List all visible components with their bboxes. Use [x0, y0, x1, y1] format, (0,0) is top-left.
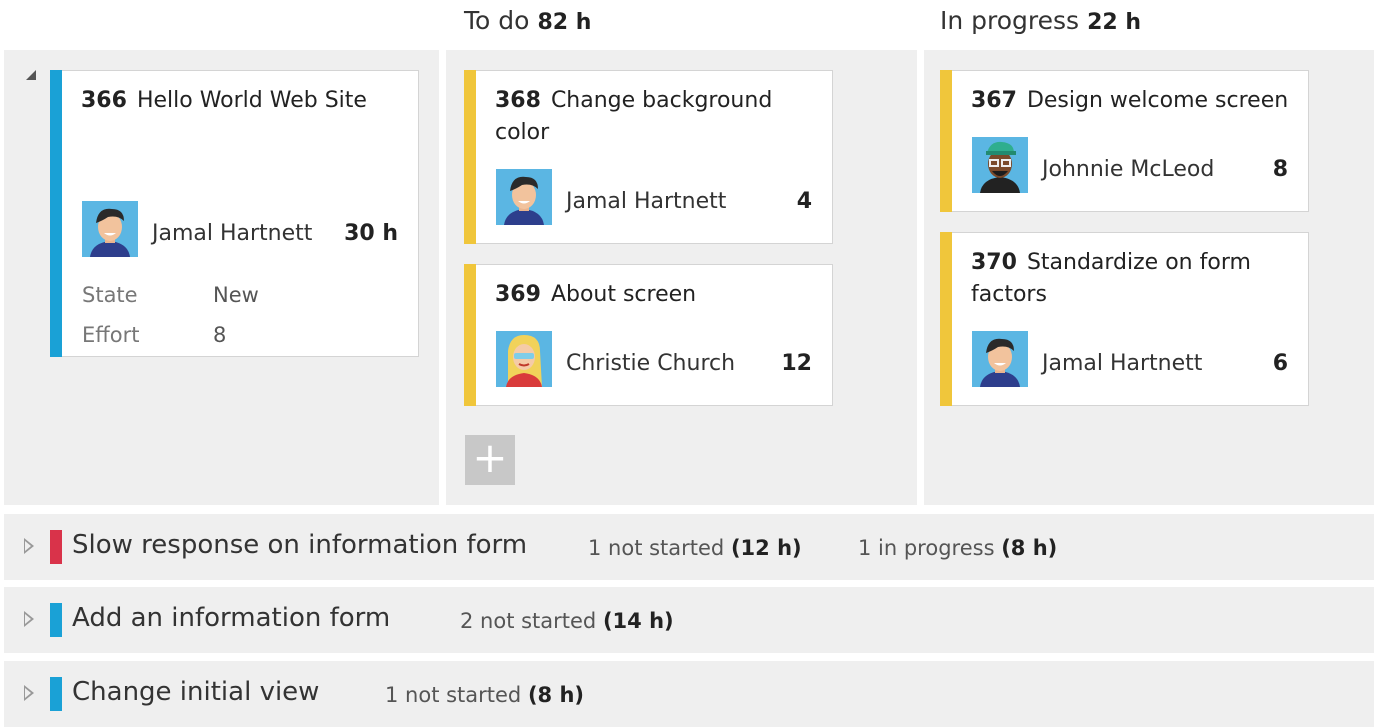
avatar-jamal-icon	[496, 169, 552, 225]
row-title[interactable]: Add an information form	[72, 603, 390, 633]
expand-triangle-icon[interactable]	[24, 538, 34, 554]
expand-triangle-icon[interactable]	[24, 685, 34, 701]
row-color-flag	[50, 603, 62, 637]
card-title-text: Hello World Web Site	[136, 88, 367, 113]
card-assignee[interactable]: Johnnie McLeod	[1042, 157, 1214, 182]
task-card[interactable]: 370 Standardize on form factors Jamal Har…	[940, 232, 1309, 406]
in-progress-hours: (8 h)	[1001, 536, 1058, 560]
card-color-stripe	[464, 264, 476, 406]
row-not-started-summary: 1 not started (12 h)	[588, 536, 802, 560]
effort-label: Effort	[82, 323, 140, 347]
card-id: 370	[971, 250, 1017, 275]
backlog-row[interactable]: Add an information form 2 not started (1…	[4, 587, 1374, 653]
row-color-flag	[50, 530, 62, 564]
card-id: 368	[495, 88, 541, 113]
card-title: 368 Change background color	[495, 85, 818, 149]
task-card[interactable]: 368 Change background color Jamal Hartnet…	[464, 70, 833, 244]
card-title-text: Design welcome screen	[1026, 88, 1289, 113]
not-started-count: 1 not started	[588, 536, 725, 560]
not-started-hours: (14 h)	[602, 609, 674, 633]
effort-value[interactable]: 8	[213, 323, 226, 347]
card-hours: 4	[796, 189, 812, 214]
in-progress-count: 1 in progress	[858, 536, 995, 560]
card-id: 369	[495, 282, 541, 307]
card-assignee[interactable]: Jamal Hartnett	[152, 221, 312, 246]
column-hours: 82 h	[537, 10, 592, 35]
row-title[interactable]: Slow response on information form	[72, 530, 527, 560]
row-not-started-summary: 2 not started (14 h)	[460, 609, 674, 633]
card-color-stripe	[464, 70, 476, 244]
state-label: State	[82, 283, 138, 307]
row-color-flag	[50, 677, 62, 711]
add-task-button[interactable]: +	[465, 435, 515, 485]
parent-card[interactable]: 366 Hello World Web Site Jamal Hartnett 3…	[50, 70, 419, 357]
column-header-inprogress: In progress 22 h	[940, 6, 1141, 35]
backlog-row[interactable]: Slow response on information form 1 not …	[4, 514, 1374, 580]
not-started-hours: (8 h)	[527, 683, 585, 707]
card-assignee[interactable]: Christie Church	[566, 351, 735, 376]
card-id: 367	[971, 88, 1017, 113]
card-title: 366 Hello World Web Site	[81, 85, 404, 117]
row-in-progress-summary: 1 in progress (8 h)	[858, 536, 1057, 560]
card-hours: 6	[1272, 351, 1288, 376]
avatar-jamal-icon	[82, 201, 138, 257]
backlog-row[interactable]: Change initial view 1 not started (8 h)	[4, 661, 1374, 727]
task-card[interactable]: 369 About screen Christie Church 12	[464, 264, 833, 406]
column-title: In progress	[940, 6, 1080, 35]
collapse-triangle-icon[interactable]	[26, 70, 36, 80]
not-started-count: 2 not started	[460, 609, 597, 633]
card-hours: 8	[1272, 157, 1288, 182]
column-hours: 22 h	[1087, 10, 1142, 35]
avatar-jamal-icon	[972, 331, 1028, 387]
not-started-hours: (12 h)	[730, 536, 802, 560]
card-color-stripe	[940, 70, 952, 212]
card-color-stripe	[940, 232, 952, 406]
avatar-johnnie-icon	[972, 137, 1028, 193]
task-card[interactable]: 367 Design welcome screen Johnnie McLeod …	[940, 70, 1309, 212]
card-hours: 12	[781, 351, 812, 376]
card-title: 367 Design welcome screen	[971, 85, 1294, 117]
card-color-stripe	[50, 70, 62, 357]
column-title: To do	[464, 6, 530, 35]
card-title: 370 Standardize on form factors	[971, 247, 1294, 311]
card-title: 369 About screen	[495, 279, 818, 311]
card-assignee[interactable]: Jamal Hartnett	[1042, 351, 1202, 376]
card-id: 366	[81, 88, 127, 113]
column-header-todo: To do 82 h	[464, 6, 591, 35]
expand-triangle-icon[interactable]	[24, 611, 34, 627]
avatar-christie-icon	[496, 331, 552, 387]
row-not-started-summary: 1 not started (8 h)	[385, 683, 584, 707]
row-title[interactable]: Change initial view	[72, 677, 319, 707]
card-assignee[interactable]: Jamal Hartnett	[566, 189, 726, 214]
state-value[interactable]: New	[213, 283, 259, 307]
card-title-text: About screen	[550, 282, 697, 307]
not-started-count: 1 not started	[385, 683, 522, 707]
card-hours: 30 h	[344, 221, 398, 246]
